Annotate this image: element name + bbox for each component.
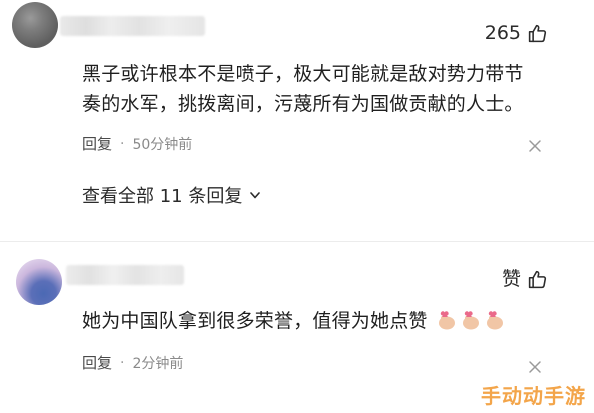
comment-text: 她为中国队拿到很多荣誉，值得为她点赞 xyxy=(82,306,572,336)
meta-separator: · xyxy=(120,354,125,371)
username-blurred[interactable] xyxy=(66,265,184,285)
close-icon[interactable] xyxy=(528,360,542,374)
divider xyxy=(0,241,594,242)
close-icon[interactable] xyxy=(528,139,542,153)
like-count: 265 xyxy=(484,22,521,44)
view-all-replies-button[interactable]: 查看全部 11 条回复 xyxy=(82,182,262,208)
emoji-group xyxy=(436,309,506,331)
comment-meta: 回复 · 2分钟前 xyxy=(82,352,183,373)
comment-item: 赞 她为中国队拿到很多荣誉，值得为她点赞 回复 · 2分钟前 xyxy=(0,246,594,396)
username-blurred[interactable] xyxy=(60,16,205,36)
watermark-logo: 手动动手游 xyxy=(481,384,586,408)
comment-meta: 回复 · 50分钟前 xyxy=(82,133,192,154)
avatar[interactable] xyxy=(12,2,58,48)
meta-separator: · xyxy=(120,135,125,152)
comment-feed: 265 黑子或许根本不是喷子，极大可能就是敌对势力带节 奏的水军，挑拨离间，污蔑… xyxy=(0,0,594,413)
avatar[interactable] xyxy=(16,259,62,305)
like-button[interactable]: 赞 xyxy=(502,268,548,290)
thumbs-up-icon xyxy=(528,24,547,42)
hand-emoji-icon xyxy=(462,311,479,330)
comment-text-line: 黑子或许根本不是喷子，极大可能就是敌对势力带节 xyxy=(82,63,524,85)
reply-button[interactable]: 回复 xyxy=(82,133,112,154)
chevron-down-icon xyxy=(250,192,261,199)
timestamp: 50分钟前 xyxy=(132,136,193,153)
reply-button[interactable]: 回复 xyxy=(82,352,112,373)
hand-emoji-icon xyxy=(438,311,455,330)
comment-text: 黑子或许根本不是喷子，极大可能就是敌对势力带节 奏的水军，挑拨离间，污蔑所有为国… xyxy=(82,59,572,119)
comment-text-line: 奏的水军，挑拨离间，污蔑所有为国做贡献的人士。 xyxy=(82,93,524,115)
comment-text-line: 她为中国队拿到很多荣誉，值得为她点赞 xyxy=(82,306,572,336)
thumbs-up-icon xyxy=(528,270,547,288)
view-all-replies-label: 查看全部 11 条回复 xyxy=(82,186,243,207)
like-label: 赞 xyxy=(501,268,521,290)
hand-emoji-icon xyxy=(486,311,503,330)
comment-item: 265 黑子或许根本不是喷子，极大可能就是敌对势力带节 奏的水军，挑拨离间，污蔑… xyxy=(0,0,594,230)
comment-text-content: 她为中国队拿到很多荣誉，值得为她点赞 xyxy=(82,310,428,332)
like-button[interactable]: 265 xyxy=(485,22,548,44)
timestamp: 2分钟前 xyxy=(132,355,184,372)
